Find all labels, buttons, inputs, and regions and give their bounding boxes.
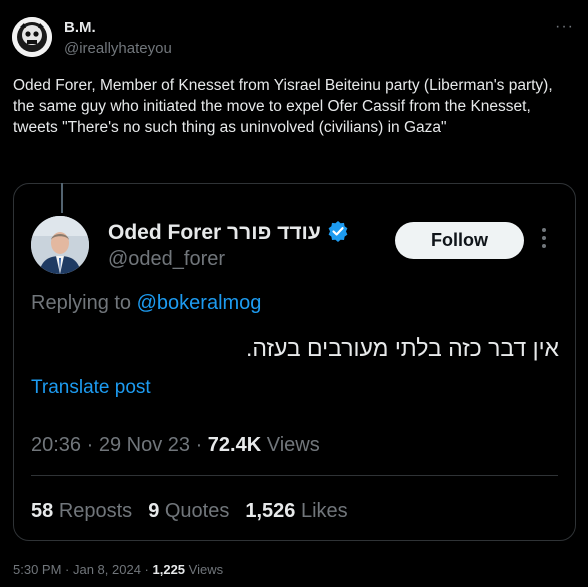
quoted-tweet-text: אין דבר כזה בלתי מעורבים בעזה. xyxy=(246,335,559,361)
quoted-timestamp: 20:36 · 29 Nov 23 · 72.4K Views xyxy=(31,434,320,456)
thread-line xyxy=(61,183,63,213)
divider xyxy=(31,475,558,476)
replying-to-prefix: Replying to xyxy=(31,292,137,314)
quoted-date[interactable]: 29 Nov 23 xyxy=(99,434,190,456)
likes-stat[interactable]: 1,526 Likes xyxy=(245,500,347,522)
author-avatar[interactable] xyxy=(12,17,52,57)
quoted-engagement-stats: 58 Reposts 9 Quotes 1,526 Likes xyxy=(31,500,348,523)
author-name[interactable]: B.M. xyxy=(64,19,96,36)
author-handle[interactable]: @ireallyhateyou xyxy=(64,40,172,57)
translate-post-link[interactable]: Translate post xyxy=(31,377,151,399)
reposts-label: Reposts xyxy=(58,500,133,522)
verified-badge-icon xyxy=(327,220,349,248)
tweet-text: Oded Forer, Member of Knesset from Yisra… xyxy=(13,77,553,136)
tweet-timestamp: 5:30 PM · Jan 8, 2024 · 1,225 Views xyxy=(13,562,224,577)
more-icon[interactable]: ··· xyxy=(555,18,574,36)
footer-time[interactable]: 5:30 PM xyxy=(13,562,61,577)
likes-count: 1,526 xyxy=(245,500,296,522)
quotes-stat[interactable]: 9 Quotes xyxy=(148,500,229,522)
replying-to-mention[interactable]: @bokeralmog xyxy=(137,292,262,314)
quotes-label: Quotes xyxy=(164,500,230,522)
footer-views-label: Views xyxy=(188,562,224,577)
quotes-count: 9 xyxy=(148,500,160,522)
quoted-author-avatar[interactable] xyxy=(31,216,89,274)
quoted-author-handle[interactable]: @oded_forer xyxy=(108,248,225,271)
quoted-time[interactable]: 20:36 xyxy=(31,434,81,456)
reposts-count: 58 xyxy=(31,500,54,522)
quoted-more-icon[interactable] xyxy=(541,228,547,252)
replying-to: Replying to @bokeralmog xyxy=(31,292,261,315)
footer-views-count: 1,225 xyxy=(152,562,186,577)
follow-button[interactable]: Follow xyxy=(395,222,524,259)
quoted-author-name-text[interactable]: Oded Forer עודד פורר xyxy=(108,221,321,244)
quoted-views-label: Views xyxy=(266,434,320,456)
likes-label: Likes xyxy=(300,500,348,522)
footer-date[interactable]: Jan 8, 2024 xyxy=(73,562,141,577)
quoted-author-name[interactable]: Oded Forer עודד פורר xyxy=(108,220,349,248)
quoted-views-count: 72.4K xyxy=(207,434,262,456)
reposts-stat[interactable]: 58 Reposts xyxy=(31,500,132,522)
